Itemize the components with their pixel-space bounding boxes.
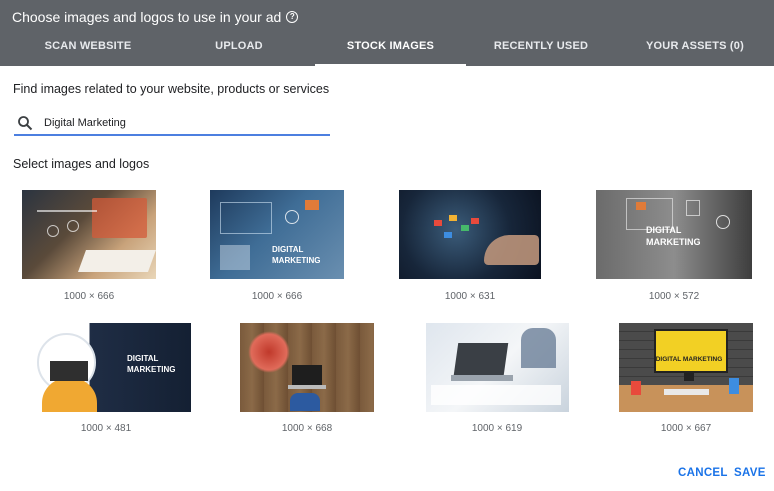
- image-dims-3: 1000 × 631: [444, 291, 496, 302]
- stock-image-8-picture: DIGITAL MARKETING: [619, 323, 753, 412]
- search-box: [14, 112, 330, 136]
- save-button[interactable]: SAVE: [734, 467, 766, 479]
- stock-image-6-picture: [240, 323, 374, 412]
- tab-your-assets[interactable]: YOUR ASSETS (0): [616, 28, 774, 66]
- overlay-text-8: DIGITAL MARKETING: [655, 356, 723, 363]
- overlay-text-2: DIGITAL MARKETING: [272, 245, 321, 265]
- cancel-button[interactable]: CANCEL: [678, 467, 728, 479]
- dialog-title-text: Choose images and logos to use in your a…: [12, 9, 282, 25]
- image-dims-5: 1000 × 481: [80, 423, 132, 434]
- stock-image-4-picture: DIGITAL MARKETING: [596, 190, 752, 279]
- search-input[interactable]: [44, 114, 314, 132]
- stock-image-5-picture: DIGITAL MARKETING: [22, 323, 191, 412]
- image-dims-7: 1000 × 619: [471, 423, 523, 434]
- tab-scan-website[interactable]: SCAN WEBSITE: [0, 28, 176, 66]
- stock-image-8[interactable]: DIGITAL MARKETING: [619, 323, 753, 412]
- stock-image-5[interactable]: DIGITAL MARKETING: [22, 323, 191, 412]
- search-instruction: Find images related to your website, pro…: [13, 82, 330, 96]
- tab-recently-used[interactable]: RECENTLY USED: [466, 28, 616, 66]
- search-icon: [18, 116, 33, 131]
- overlay-text-5: DIGITAL MARKETING: [127, 354, 176, 374]
- stock-image-6[interactable]: [240, 323, 374, 412]
- image-dims-2: 1000 × 666: [251, 291, 303, 302]
- stock-image-2[interactable]: DIGITAL MARKETING: [210, 190, 344, 279]
- image-dims-1: 1000 × 666: [63, 291, 115, 302]
- dialog-header: Choose images and logos to use in your a…: [0, 0, 774, 66]
- tab-upload[interactable]: UPLOAD: [176, 28, 302, 66]
- image-dims-4: 1000 × 572: [648, 291, 700, 302]
- image-dims-8: 1000 × 667: [660, 423, 712, 434]
- stock-image-2-picture: DIGITAL MARKETING: [210, 190, 344, 279]
- stock-image-1[interactable]: [22, 190, 156, 279]
- stock-image-3-picture: [399, 190, 541, 279]
- stock-image-7[interactable]: [426, 323, 569, 412]
- overlay-text-4: DIGITAL MARKETING: [646, 225, 701, 247]
- stock-image-3[interactable]: [399, 190, 541, 279]
- stock-image-1-picture: [22, 190, 156, 279]
- help-circle-icon[interactable]: ?: [286, 11, 299, 23]
- tab-bar: SCAN WEBSITE UPLOAD STOCK IMAGES RECENTL…: [0, 28, 774, 66]
- dialog-title: Choose images and logos to use in your a…: [12, 9, 299, 25]
- stock-image-7-picture: [426, 323, 569, 412]
- stock-image-4[interactable]: DIGITAL MARKETING: [596, 190, 752, 279]
- tab-stock-images[interactable]: STOCK IMAGES: [315, 28, 466, 66]
- image-dims-6: 1000 × 668: [281, 423, 333, 434]
- images-section-label: Select images and logos: [13, 157, 150, 171]
